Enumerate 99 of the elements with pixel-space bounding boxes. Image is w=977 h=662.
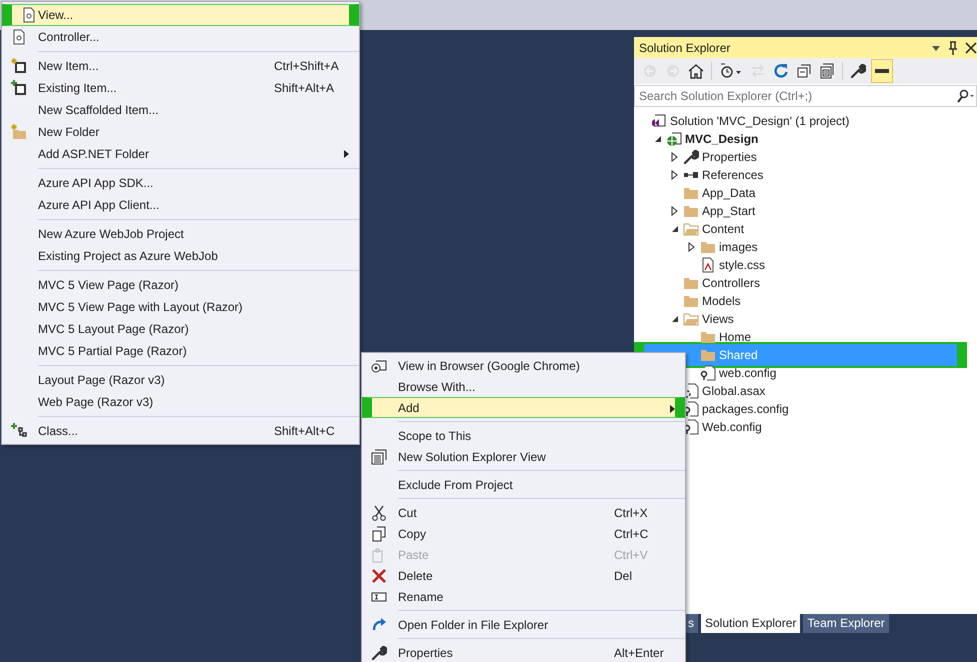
menu-item[interactable]: Add ASP.NET Folder — [2, 143, 359, 165]
panel-tab[interactable]: Solution Explorer — [701, 614, 800, 633]
menu-item[interactable]: View... — [2, 4, 359, 26]
clock-icon — [719, 63, 743, 79]
shortcut-label: Del — [614, 568, 632, 582]
folder-icon — [683, 203, 699, 219]
menu-item[interactable]: Existing Item... Shift+Alt+A — [2, 77, 359, 99]
folder-icon — [683, 185, 699, 201]
open-folder-icon — [683, 221, 699, 237]
menu-item[interactable]: New Folder — [2, 121, 359, 143]
tree-item[interactable]: images — [634, 238, 977, 256]
tree-item[interactable]: Properties — [634, 148, 977, 166]
menu-item[interactable]: New Item... Ctrl+Shift+A — [2, 55, 359, 77]
shortcut-label: Ctrl+Shift+A — [274, 59, 339, 73]
tree-item[interactable]: Content — [634, 220, 977, 238]
menu-item[interactable]: Add — [362, 397, 685, 418]
tree-item[interactable]: Views — [634, 310, 977, 328]
folder-icon — [683, 293, 699, 309]
menu-item[interactable]: MVC 5 Partial Page (Razor) — [2, 340, 359, 362]
home-icon — [688, 63, 704, 79]
refresh-icon — [773, 63, 789, 79]
menu-item[interactable]: Open Folder in File Explorer — [362, 614, 685, 635]
folder-icon — [700, 329, 716, 345]
menu-item[interactable]: Rename — [362, 586, 685, 607]
shortcut-label: Ctrl+C — [614, 526, 648, 540]
menu-item[interactable]: Azure API App SDK... — [2, 172, 359, 194]
css-file-icon — [700, 257, 716, 273]
menu-item[interactable]: Existing Project as Azure WebJob — [2, 245, 359, 267]
menu-item[interactable]: MVC 5 View Page (Razor) — [2, 274, 359, 296]
plus-square-icon — [11, 80, 27, 96]
menu-item[interactable]: New Solution Explorer View — [362, 446, 685, 467]
tree-item[interactable]: Controllers — [634, 274, 977, 292]
collapsed-arrow-icon[interactable] — [671, 170, 678, 180]
tree-item[interactable]: References — [634, 166, 977, 184]
panel-title: Solution Explorer — [639, 40, 732, 54]
copy-icon — [371, 526, 387, 542]
folder-icon — [700, 347, 716, 363]
tree-item[interactable]: Solution 'MVC_Design' (1 project) — [634, 112, 977, 130]
menu-item[interactable]: Web Page (Razor v3) — [2, 391, 359, 413]
shortcut-label: Alt+Enter — [614, 646, 664, 660]
wrench-icon — [371, 644, 387, 660]
menu-item[interactable]: Exclude From Project — [362, 474, 685, 495]
wrench-icon — [850, 63, 866, 79]
tree-item[interactable]: style.css — [634, 256, 977, 274]
menu-item[interactable]: New Scaffolded Item... — [2, 99, 359, 121]
panel-tab[interactable]: Team Explorer — [803, 614, 889, 633]
sparkle-square-icon — [11, 58, 27, 74]
asax-file-icon — [683, 383, 699, 399]
menu-item[interactable]: Controller... — [2, 26, 359, 48]
page-icon — [21, 7, 37, 23]
expanded-arrow-icon[interactable] — [654, 135, 662, 143]
tree-item[interactable]: MVC_Design — [634, 130, 977, 148]
curved-arrow-icon — [371, 616, 387, 632]
pin-icon[interactable] — [947, 40, 959, 54]
expanded-arrow-icon[interactable] — [670, 315, 678, 323]
folder-icon — [700, 239, 716, 255]
menu-item[interactable]: Azure API App Client... — [2, 194, 359, 216]
collapsed-arrow-icon[interactable] — [688, 242, 695, 252]
config-file-icon — [683, 419, 699, 435]
menu-item[interactable]: Copy Ctrl+C — [362, 523, 685, 544]
tree-item[interactable]: Models — [634, 292, 977, 310]
toolbar-button[interactable] — [871, 59, 893, 83]
menu-item[interactable]: Properties Alt+Enter — [362, 642, 685, 662]
menu-item[interactable]: MVC 5 Layout Page (Razor) — [2, 318, 359, 340]
collapse-all-icon — [796, 63, 812, 79]
window-list-icon — [371, 448, 387, 464]
search-icon[interactable] — [955, 89, 975, 103]
config-file-icon — [683, 401, 699, 417]
search-field[interactable]: Search Solution Explorer (Ctrl+;) — [634, 85, 977, 107]
shortcut-label: Ctrl+V — [614, 548, 648, 562]
menu-item[interactable]: Delete Del — [362, 565, 685, 586]
solution-icon — [651, 113, 667, 129]
close-icon[interactable] — [965, 42, 977, 54]
collapsed-arrow-icon[interactable] — [671, 206, 678, 216]
expanded-arrow-icon[interactable] — [670, 225, 678, 233]
tree-item[interactable]: App_Data — [634, 184, 977, 202]
collapsed-arrow-icon[interactable] — [671, 152, 678, 162]
menu-item[interactable]: Cut Ctrl+X — [362, 502, 685, 523]
files-icon — [819, 63, 835, 79]
page-icon — [11, 29, 27, 45]
shortcut-label: Ctrl+X — [614, 506, 648, 520]
shortcut-label: Shift+Alt+A — [274, 81, 334, 95]
menu-item[interactable]: Layout Page (Razor v3) — [2, 369, 359, 391]
preview-pane-icon — [874, 69, 890, 73]
globe-project-icon — [666, 131, 682, 147]
menu-item[interactable]: New Azure WebJob Project — [2, 223, 359, 245]
shortcut-label: Shift+Alt+C — [274, 424, 335, 438]
folder-icon — [683, 275, 699, 291]
sparkle-folder-icon — [11, 124, 27, 140]
menu-item[interactable]: Class... Shift+Alt+C — [2, 420, 359, 442]
config-file-icon — [700, 365, 716, 381]
class-icon — [11, 423, 27, 439]
wrench-icon — [683, 149, 699, 165]
cross-icon — [371, 568, 387, 584]
menu-item[interactable]: MVC 5 View Page with Layout (Razor) — [2, 296, 359, 318]
open-folder-icon — [683, 311, 699, 327]
browser-icon — [371, 358, 387, 374]
tree-item[interactable]: App_Start — [634, 202, 977, 220]
scissors-icon — [371, 504, 387, 520]
